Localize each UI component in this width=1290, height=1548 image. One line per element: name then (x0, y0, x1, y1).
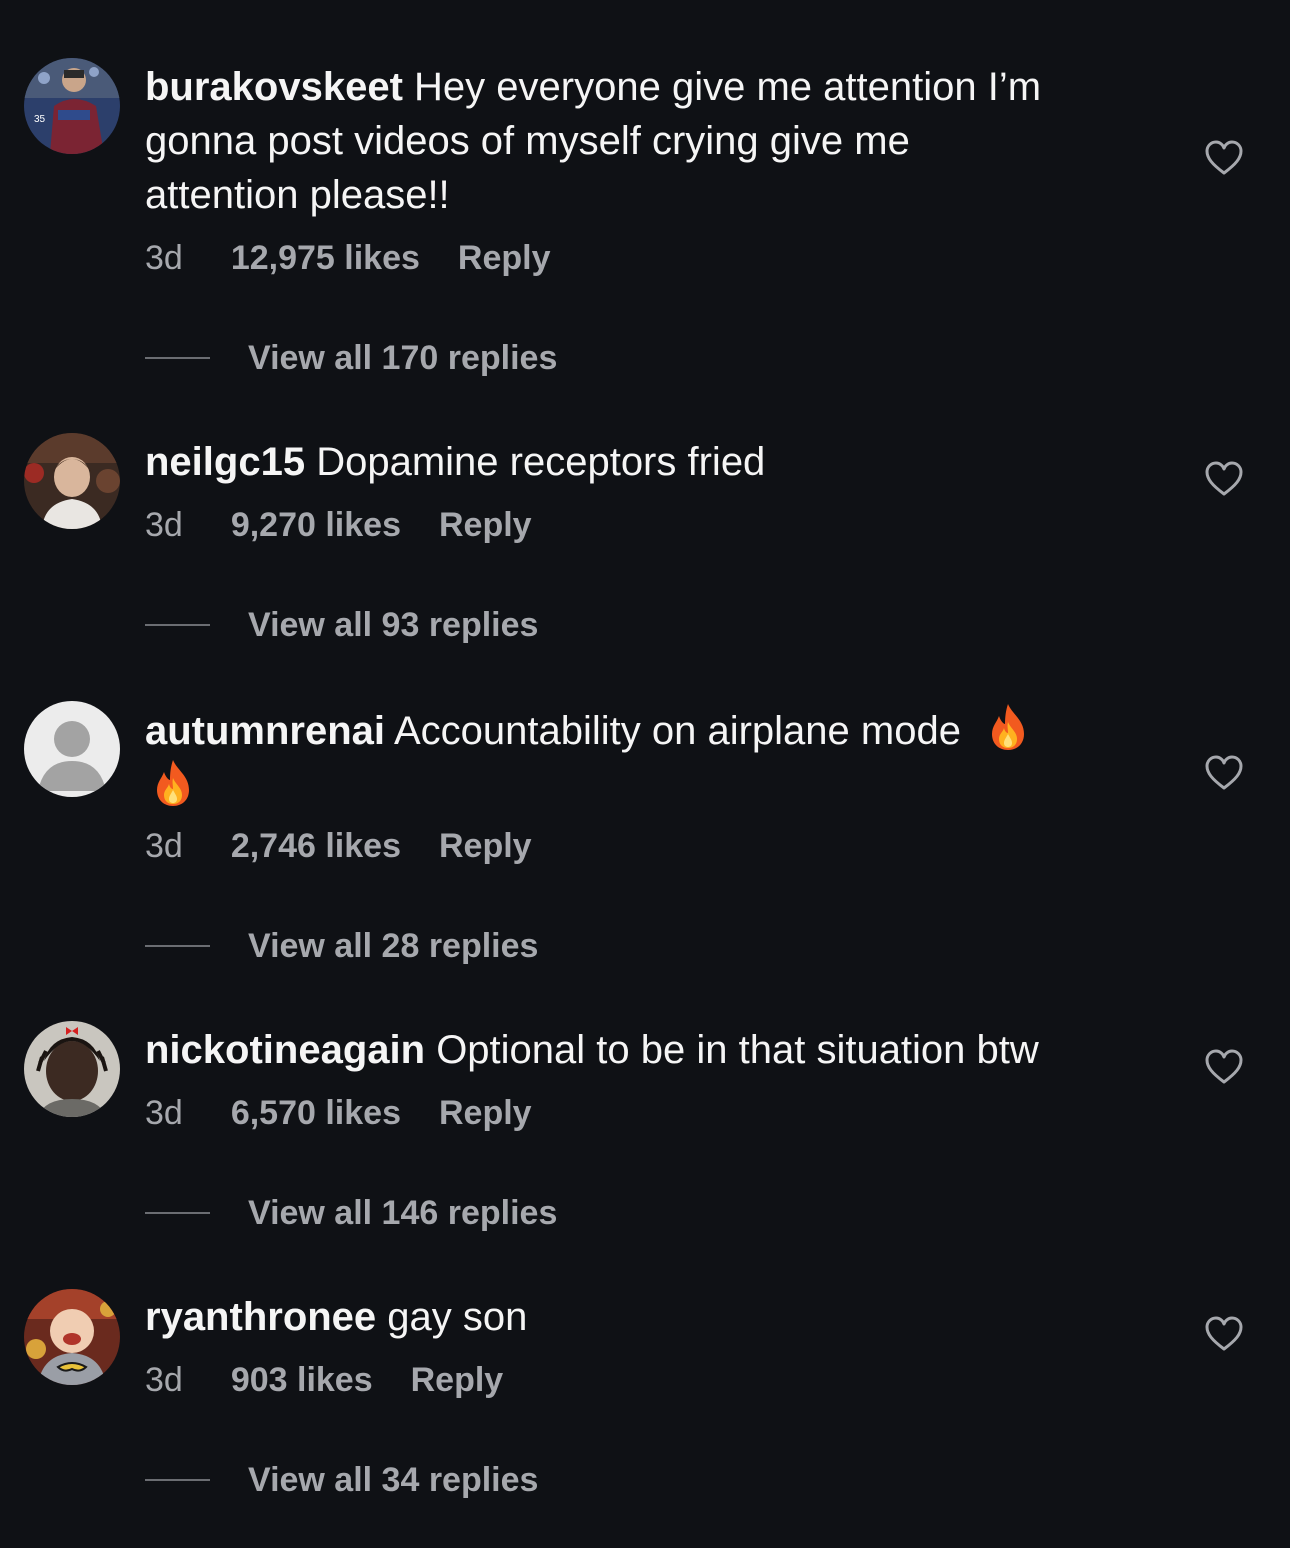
timestamp: 3d (145, 827, 183, 865)
avatar-photo: 35 (24, 58, 120, 154)
heart-outline-icon[interactable] (1204, 139, 1244, 177)
replies-divider (145, 357, 210, 359)
reply-button[interactable]: Reply (458, 238, 551, 278)
username[interactable]: ryanthronee (145, 1295, 376, 1339)
replies-divider (145, 624, 210, 626)
comment-body: Dopamine receptors fried (316, 440, 766, 484)
likes-count[interactable]: 9,270 likes (231, 505, 401, 545)
username[interactable]: burakovskeet (145, 65, 403, 109)
reply-button[interactable]: Reply (439, 1093, 532, 1133)
comment-meta: 3d 9,270 likes Reply (145, 505, 532, 545)
avatar[interactable]: 35 (24, 58, 120, 154)
comment-meta: 3d 2,746 likes Reply (145, 826, 532, 866)
username[interactable]: neilgc15 (145, 440, 305, 484)
svg-text:35: 35 (34, 114, 46, 125)
likes-count[interactable]: 6,570 likes (231, 1093, 401, 1133)
comment-body-line: Hey everyone give me attention I’m (414, 65, 1042, 109)
heart-outline-icon[interactable] (1204, 1315, 1244, 1353)
comment-body-line: gonna post videos of myself crying give … (145, 119, 910, 163)
username[interactable]: nickotineagain (145, 1028, 425, 1072)
avatar-photo (24, 1289, 120, 1385)
comment-text: burakovskeet Hey everyone give me attent… (145, 60, 1145, 222)
view-replies-button[interactable]: View all 146 replies (145, 1193, 557, 1233)
avatar[interactable] (24, 433, 120, 529)
view-replies-button[interactable]: View all 28 replies (145, 926, 538, 966)
reply-button[interactable]: Reply (439, 826, 532, 866)
timestamp: 3d (145, 239, 183, 277)
timestamp: 3d (145, 1094, 183, 1132)
timestamp: 3d (145, 506, 183, 544)
view-replies-label: View all 28 replies (248, 926, 539, 965)
replies-divider (145, 945, 210, 947)
fire-emoji (992, 704, 1025, 750)
view-replies-label: View all 93 replies (248, 605, 539, 644)
comment-body-line: attention please!! (145, 173, 450, 217)
comment-text: autumnrenai Accountability on airplane m… (145, 702, 1145, 814)
comment-text: nickotineagain Optional to be in that si… (145, 1023, 1145, 1077)
likes-count[interactable]: 12,975 likes (231, 238, 420, 278)
timestamp: 3d (145, 1361, 183, 1399)
view-replies-button[interactable]: View all 34 replies (145, 1460, 538, 1500)
default-avatar-icon (24, 701, 120, 797)
replies-divider (145, 1212, 210, 1214)
username[interactable]: autumnrenai (145, 709, 385, 753)
reply-button[interactable]: Reply (411, 1360, 504, 1400)
likes-count[interactable]: 2,746 likes (231, 826, 401, 866)
comment-meta: 3d 12,975 likes Reply (145, 238, 550, 278)
avatar[interactable] (24, 701, 120, 797)
comment-body: Optional to be in that situation btw (436, 1028, 1039, 1072)
heart-outline-icon[interactable] (1204, 1048, 1244, 1086)
comment-meta: 3d 6,570 likes Reply (145, 1093, 532, 1133)
view-replies-button[interactable]: View all 93 replies (145, 605, 538, 645)
view-replies-label: View all 34 replies (248, 1460, 539, 1499)
heart-outline-icon[interactable] (1204, 754, 1244, 792)
comment-text: neilgc15 Dopamine receptors fried (145, 435, 1145, 489)
heart-outline-icon[interactable] (1204, 460, 1244, 498)
comment-body: Accountability on airplane mode (393, 709, 961, 753)
avatar-photo (24, 1021, 120, 1117)
reply-button[interactable]: Reply (439, 505, 532, 545)
avatar-photo (24, 433, 120, 529)
likes-count[interactable]: 903 likes (231, 1360, 373, 1400)
comment-text: ryanthronee gay son (145, 1290, 1145, 1344)
avatar[interactable] (24, 1289, 120, 1385)
replies-divider (145, 1479, 210, 1481)
view-replies-button[interactable]: View all 170 replies (145, 338, 557, 378)
view-replies-label: View all 170 replies (248, 338, 558, 377)
fire-emoji (157, 760, 189, 806)
avatar[interactable] (24, 1021, 120, 1117)
view-replies-label: View all 146 replies (248, 1193, 558, 1232)
comment-body: gay son (387, 1295, 528, 1339)
comment-meta: 3d 903 likes Reply (145, 1360, 503, 1400)
